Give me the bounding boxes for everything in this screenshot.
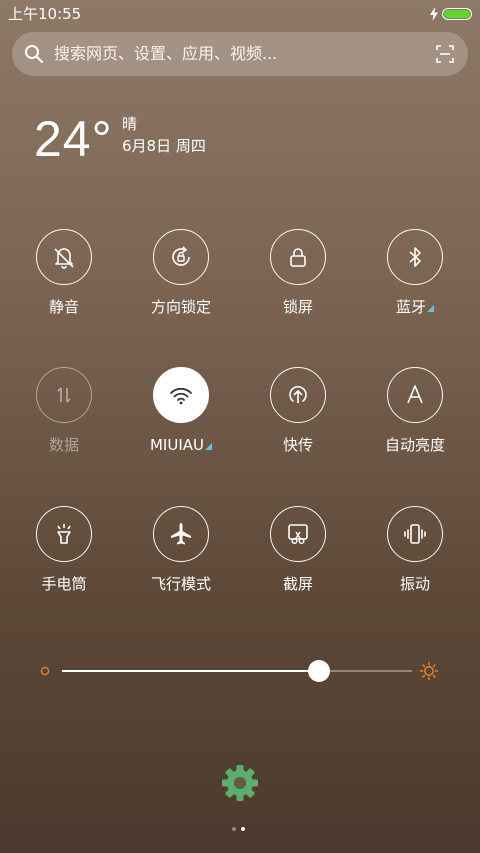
toggle-mobile-data-label: 数据	[48, 436, 79, 454]
gear-icon[interactable]	[221, 764, 259, 802]
toggle-rotation-lock-label: 方向锁定	[150, 298, 211, 316]
bluetooth-icon	[409, 247, 421, 267]
toggle-lock-screen[interactable]: 锁屏	[239, 229, 359, 339]
bell-off-icon	[54, 248, 74, 269]
toggle-wifi-label: MIUIAU	[122, 435, 240, 455]
status-time: 上午10:55	[8, 5, 82, 23]
toggle-bluetooth-button[interactable]	[387, 229, 443, 285]
toggle-screenshot[interactable]: 截屏	[239, 506, 359, 616]
toggle-vibrate-button[interactable]	[387, 506, 443, 562]
more-indicator-icon	[205, 443, 212, 450]
toggle-flashlight-button[interactable]	[36, 506, 92, 562]
page-dot-2	[241, 827, 245, 831]
toggle-rotation-lock[interactable]: 方向锁定	[122, 229, 242, 339]
toggle-bluetooth-label: 蓝牙	[356, 297, 474, 317]
search-placeholder: 搜索网页、设置、应用、视频...	[54, 44, 278, 63]
wifi-icon	[170, 387, 192, 405]
toggle-flashlight[interactable]: 手电筒	[5, 506, 125, 616]
brightness-fill	[62, 670, 319, 672]
search-icon	[25, 45, 44, 64]
brightness-high-icon	[419, 661, 439, 681]
flashlight-icon	[57, 524, 71, 544]
status-indicators	[430, 6, 472, 22]
toggle-silent-label: 静音	[48, 298, 79, 316]
auto-brightness-icon	[407, 385, 423, 404]
vibrate-icon	[404, 524, 426, 544]
toggle-airplane-mode[interactable]: 飞行模式	[122, 506, 242, 616]
toggle-quick-transfer[interactable]: 快传	[239, 367, 359, 477]
toggle-mobile-data[interactable]: 数据	[5, 367, 125, 477]
screenshot-icon	[288, 524, 308, 545]
search-bar[interactable]: 搜索网页、设置、应用、视频...	[12, 32, 468, 76]
brightness-low-icon	[40, 666, 50, 676]
toggle-wifi[interactable]: MIUIAU	[122, 367, 242, 477]
toggle-airplane-mode-label: 飞行模式	[150, 575, 211, 593]
toggle-quick-transfer-button[interactable]	[270, 367, 326, 423]
more-indicator-icon	[427, 305, 434, 312]
quick-transfer-icon	[289, 386, 307, 403]
toggle-quick-transfer-label: 快传	[282, 436, 313, 454]
toggle-auto-brightness-label: 自动亮度	[384, 436, 445, 454]
page-dot-1	[232, 827, 236, 831]
page-indicator	[232, 827, 245, 831]
battery-level	[444, 10, 470, 18]
toggle-rotation-lock-button[interactable]	[153, 229, 209, 285]
brightness-track[interactable]	[62, 660, 412, 682]
weather-condition: 晴	[122, 115, 138, 133]
toggle-bluetooth[interactable]: 蓝牙	[356, 229, 476, 339]
brightness-thumb[interactable]	[307, 660, 330, 682]
toggle-silent-button[interactable]	[36, 229, 92, 285]
toggle-silent[interactable]: 静音	[5, 229, 125, 339]
toggle-lock-screen-button[interactable]	[270, 229, 326, 285]
toggle-bluetooth-text: 蓝牙	[395, 298, 426, 316]
toggle-airplane-mode-button[interactable]	[153, 506, 209, 562]
airplane-icon	[171, 523, 191, 545]
rotation-lock-icon	[172, 246, 190, 266]
battery-icon	[442, 8, 472, 20]
toggle-mobile-data-button[interactable]	[36, 367, 92, 423]
toggle-lock-screen-label: 锁屏	[282, 298, 313, 316]
brightness-slider[interactable]	[40, 660, 440, 684]
toggle-auto-brightness-button[interactable]	[387, 367, 443, 423]
temperature: 24°	[34, 111, 113, 167]
toggle-vibrate[interactable]: 振动	[356, 506, 476, 616]
toggle-flashlight-label: 手电筒	[41, 575, 87, 593]
toggle-wifi-button[interactable]	[153, 367, 209, 423]
status-bar: 上午10:55	[0, 0, 480, 28]
toggle-auto-brightness[interactable]: 自动亮度	[356, 367, 476, 477]
toggle-wifi-text: MIUIAU	[149, 436, 204, 454]
lock-icon	[290, 248, 306, 267]
scan-icon[interactable]	[436, 45, 454, 63]
charging-icon	[430, 7, 438, 21]
toggle-vibrate-label: 振动	[399, 575, 430, 593]
weather-date: 6月8日 周四	[122, 137, 206, 155]
toggle-screenshot-button[interactable]	[270, 506, 326, 562]
toggle-screenshot-label: 截屏	[282, 575, 313, 593]
mobile-data-icon	[57, 387, 71, 403]
